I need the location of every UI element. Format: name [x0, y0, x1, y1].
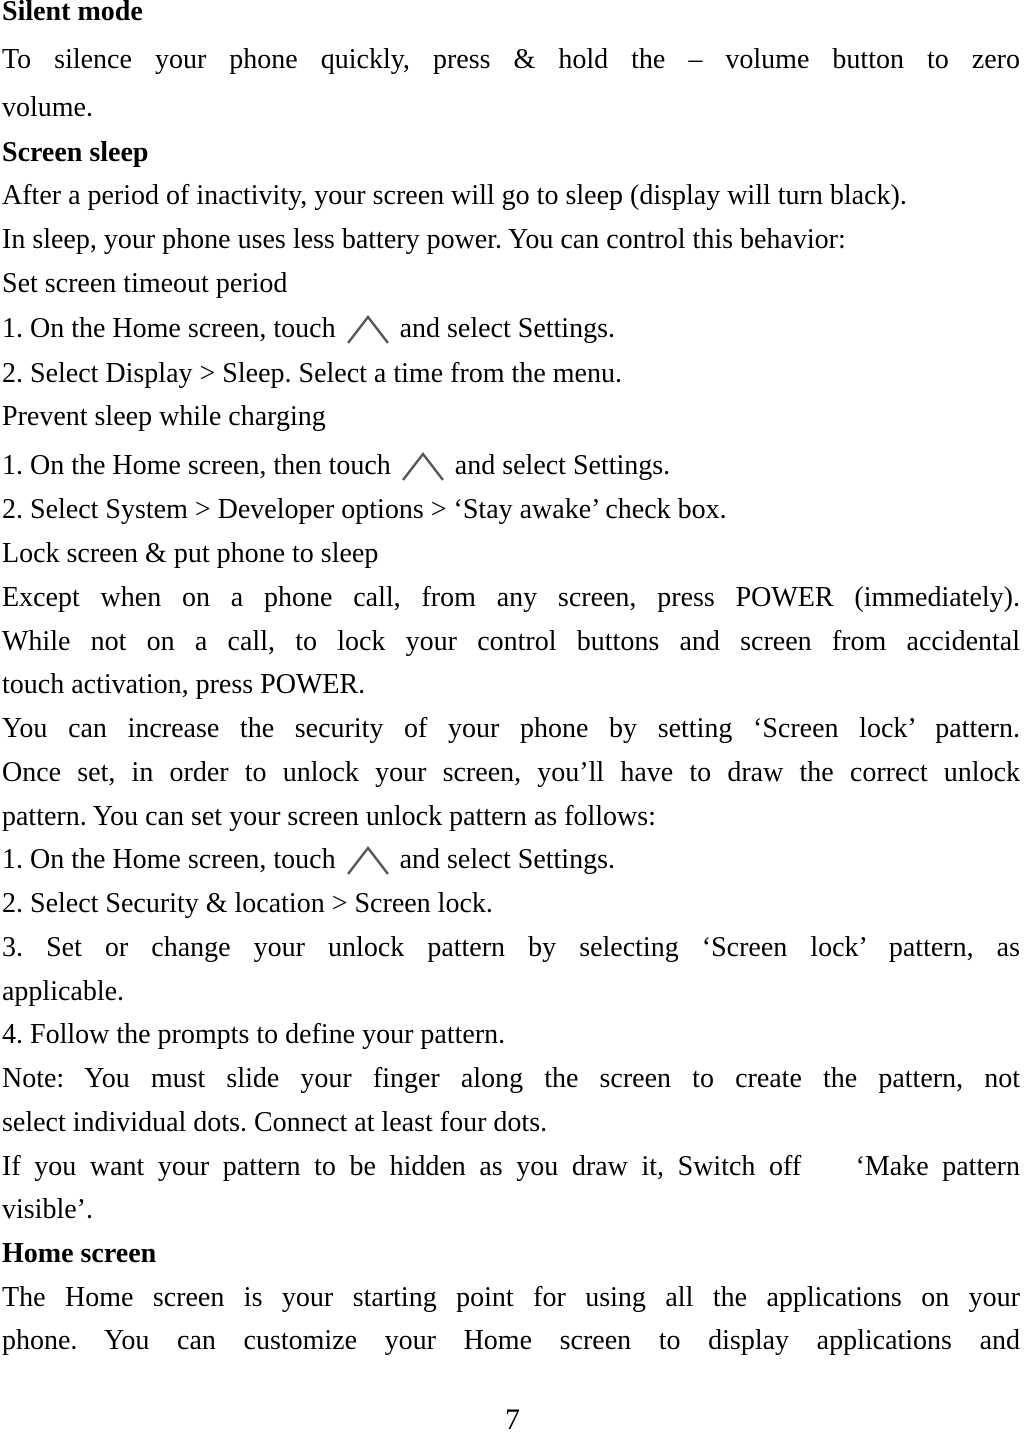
step-text: 1. On the Home screen, touch: [2, 313, 336, 344]
paragraph-line: While not on a call, to lock your contro…: [2, 626, 1020, 657]
up-chevron-icon: [399, 450, 447, 486]
paragraph-line: If you want your pattern to be hidden as…: [2, 1151, 1020, 1182]
paragraph-line: visible’.: [2, 1194, 93, 1225]
paragraph-line: phone. You can customize your Home scree…: [2, 1325, 1020, 1356]
heading-home-screen: Home screen: [2, 1238, 157, 1269]
paragraph-line: volume.: [2, 92, 93, 123]
subheading-charging: Prevent sleep while charging: [2, 401, 326, 432]
step-line: 2. Select System > Developer options > ‘…: [2, 494, 727, 525]
step-line: 4. Follow the prompts to define your pat…: [2, 1019, 506, 1050]
subheading-timeout: Set screen timeout period: [2, 268, 288, 299]
step-line: 1. On the Home screen, touch and select S…: [2, 842, 1020, 880]
step-line: applicable.: [2, 976, 125, 1007]
paragraph-line: You can increase the security of your ph…: [2, 713, 1020, 744]
step-line: 1. On the Home screen, then touch and sel…: [2, 448, 1020, 486]
heading-screen-sleep: Screen sleep: [2, 137, 149, 168]
page-number: 7: [505, 1403, 520, 1436]
note-line: Note: You must slide your finger along t…: [2, 1063, 1020, 1094]
paragraph-line: pattern. You can set your screen unlock …: [2, 801, 656, 832]
paragraph-line: touch activation, press POWER.: [2, 669, 366, 700]
paragraph-line: After a period of inactivity, your scree…: [2, 180, 907, 211]
up-chevron-icon: [344, 844, 392, 880]
paragraph-line: In sleep, your phone uses less battery p…: [2, 224, 846, 255]
subheading-lock: Lock screen & put phone to sleep: [2, 538, 379, 569]
step-text: and select Settings.: [399, 844, 615, 875]
step-line: 3. Set or change your unlock pattern by …: [2, 932, 1020, 963]
heading-silent-mode: Silent mode: [2, 0, 143, 27]
step-text: and select Settings.: [399, 313, 615, 344]
paragraph-line: Once set, in order to unlock your screen…: [2, 757, 1020, 788]
note-line: select individual dots. Connect at least…: [2, 1107, 548, 1138]
paragraph-line: The Home screen is your starting point f…: [2, 1282, 1020, 1313]
step-line: 2. Select Security & location > Screen l…: [2, 888, 493, 919]
step-line: 2. Select Display > Sleep. Select a time…: [2, 358, 622, 389]
step-line: 1. On the Home screen, touch and select S…: [2, 311, 1020, 349]
step-text: 1. On the Home screen, touch: [2, 844, 336, 875]
step-text: 1. On the Home screen, then touch: [2, 450, 391, 481]
step-text: and select Settings.: [454, 450, 671, 481]
paragraph-line: To silence your phone quickly, press & h…: [2, 44, 1020, 75]
paragraph-line: Except when on a phone call, from any sc…: [2, 582, 1020, 613]
up-chevron-icon: [344, 313, 392, 349]
